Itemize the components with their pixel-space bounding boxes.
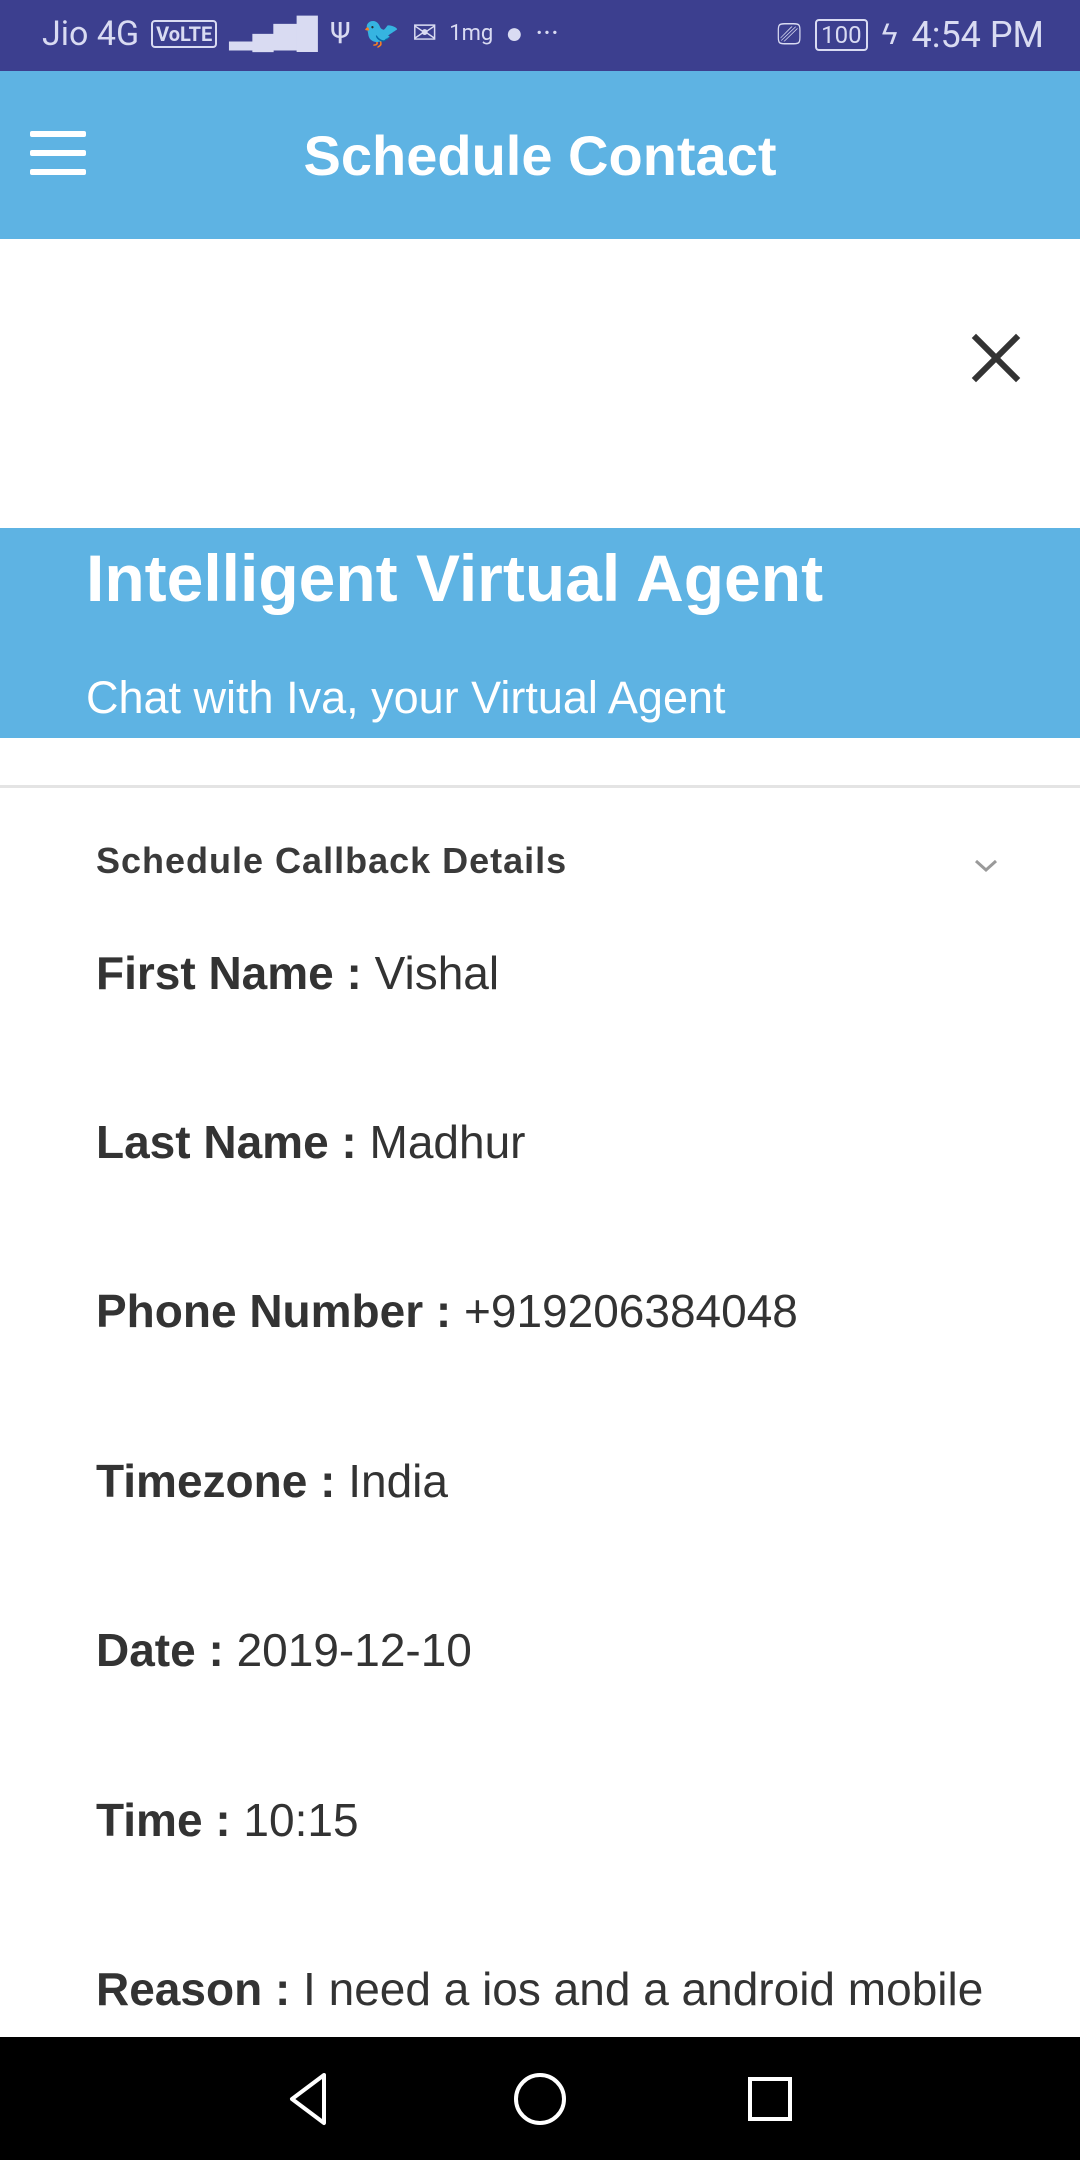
field-value: +919206384048 [464,1285,798,1337]
clock: 4:54 PM [911,14,1045,56]
page-title: Schedule Contact [303,124,777,187]
banner-subtitle: Chat with Iva, your Virtual Agent [86,672,726,723]
iva-banner[interactable]: Intelligent Virtual Agent Chat with Iva,… [0,528,1080,738]
reason-field: Reason : I need a ios and a android mobi… [96,1962,983,2016]
divider [0,785,1080,788]
last-name-field: Last Name : Madhur [96,1115,526,1169]
chat-bubble-icon: ● [505,16,524,51]
field-value: 2019-12-10 [236,1624,472,1676]
signal-icon: ▂▄▆█ [229,16,318,51]
cast-icon: ⎚ [777,17,802,52]
close-icon[interactable] [968,330,1024,386]
timezone-field: Timezone : India [96,1454,448,1508]
callback-details-header[interactable]: Schedule Callback Details [96,838,1006,898]
volte-badge: VoLTE [151,20,218,48]
section-title: Schedule Callback Details [96,840,568,881]
banner-title: Intelligent Virtual Agent [86,541,824,615]
phone-number-field: Phone Number : +919206384048 [96,1284,798,1338]
date-field: Date : 2019-12-10 [96,1623,472,1677]
status-bar: Jio 4G VoLTE ▂▄▆█ Ψ 🐦 ✉ 1mg ● ··· ⎚ 100 … [0,0,1080,71]
back-icon[interactable] [278,2067,342,2131]
first-name-field: First Name : Vishal [96,946,499,1000]
battery-icon: 100 [815,19,868,51]
app-bar: Schedule Contact [0,71,1080,239]
status-bar-left: Jio 4G VoLTE ▂▄▆█ Ψ 🐦 ✉ 1mg ● ··· [42,14,559,54]
field-value: Madhur [369,1116,526,1168]
field-label: First Name : [96,947,362,999]
field-value: Vishal [374,947,500,999]
carrier-label: Jio 4G [42,14,140,54]
field-label: Timezone : [96,1455,336,1507]
recents-icon[interactable] [738,2067,802,2131]
twitter-icon: 🐦 [362,16,401,51]
field-label: Phone Number : [96,1285,452,1337]
usb-icon: Ψ [329,16,351,51]
system-nav-bar [0,2037,1080,2160]
chevron-down-icon [974,859,998,873]
field-value: India [348,1455,448,1507]
field-label: Reason : [96,1963,291,2015]
field-label: Last Name : [96,1116,357,1168]
field-value: I need a ios and a android mobile [303,1963,984,2015]
charging-icon: ϟ [881,17,898,52]
status-bar-right: ⎚ 100 ϟ 4:54 PM [777,14,1044,56]
home-icon[interactable] [508,2067,572,2131]
field-label: Time : [96,1794,231,1846]
field-label: Date : [96,1624,224,1676]
field-value: 10:15 [243,1794,359,1846]
1mg-icon: 1mg [449,21,494,46]
time-field: Time : 10:15 [96,1793,359,1847]
more-icon: ··· [535,16,559,51]
mail-icon: ✉ [412,16,438,51]
